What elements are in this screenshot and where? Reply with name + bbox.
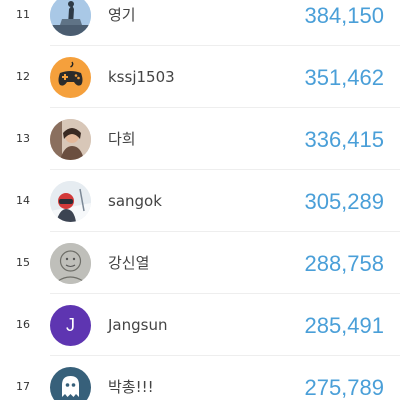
player-score: 275,789 [304, 375, 384, 400]
player-score: 336,415 [304, 127, 384, 152]
photo-skier-icon [50, 181, 91, 222]
rank-number: 17 [16, 380, 30, 393]
player-score: 384,150 [304, 3, 384, 28]
photo-monument-icon [50, 0, 91, 36]
leaderboard-row[interactable]: 15 강신열 288,758 [0, 232, 400, 294]
leaderboard-row[interactable]: 17 박총!!! 275,789 [0, 356, 400, 400]
ghost-icon [50, 367, 91, 400]
player-name: 영기 [108, 6, 136, 24]
player-name: 다희 [108, 130, 136, 148]
letter-avatar-icon: J [50, 305, 91, 346]
leaderboard-row[interactable]: 12 kssj1503 351,462 [0, 46, 400, 108]
leaderboard-row[interactable]: 14 sangok 305,289 [0, 170, 400, 232]
rank-number: 11 [16, 8, 30, 21]
photo-person-icon [50, 119, 91, 160]
leaderboard-row[interactable]: 13 다희 336,415 [0, 108, 400, 170]
avatar-letter: J [66, 315, 75, 335]
player-score: 285,491 [304, 313, 384, 338]
player-name: 박총!!! [108, 378, 154, 396]
player-name: Jangsun [108, 316, 168, 334]
photo-sketch-icon [50, 243, 91, 284]
player-score: 288,758 [304, 251, 384, 276]
rank-number: 16 [16, 318, 30, 331]
player-score: 351,462 [304, 65, 384, 90]
gamepad-icon [50, 57, 91, 98]
leaderboard-row[interactable]: 11 영기 384,150 [0, 0, 400, 46]
player-name: 강신열 [108, 254, 150, 272]
rank-number: 13 [16, 132, 30, 145]
rank-number: 14 [16, 194, 30, 207]
player-name: sangok [108, 192, 162, 210]
rank-number: 12 [16, 70, 30, 83]
player-score: 305,289 [304, 189, 384, 214]
leaderboard-list: 11 영기 384,150 12 kssj1503 351,462 13 다희 … [0, 0, 400, 400]
rank-number: 15 [16, 256, 30, 269]
player-name: kssj1503 [108, 68, 175, 86]
leaderboard-row[interactable]: 16 J Jangsun 285,491 [0, 294, 400, 356]
